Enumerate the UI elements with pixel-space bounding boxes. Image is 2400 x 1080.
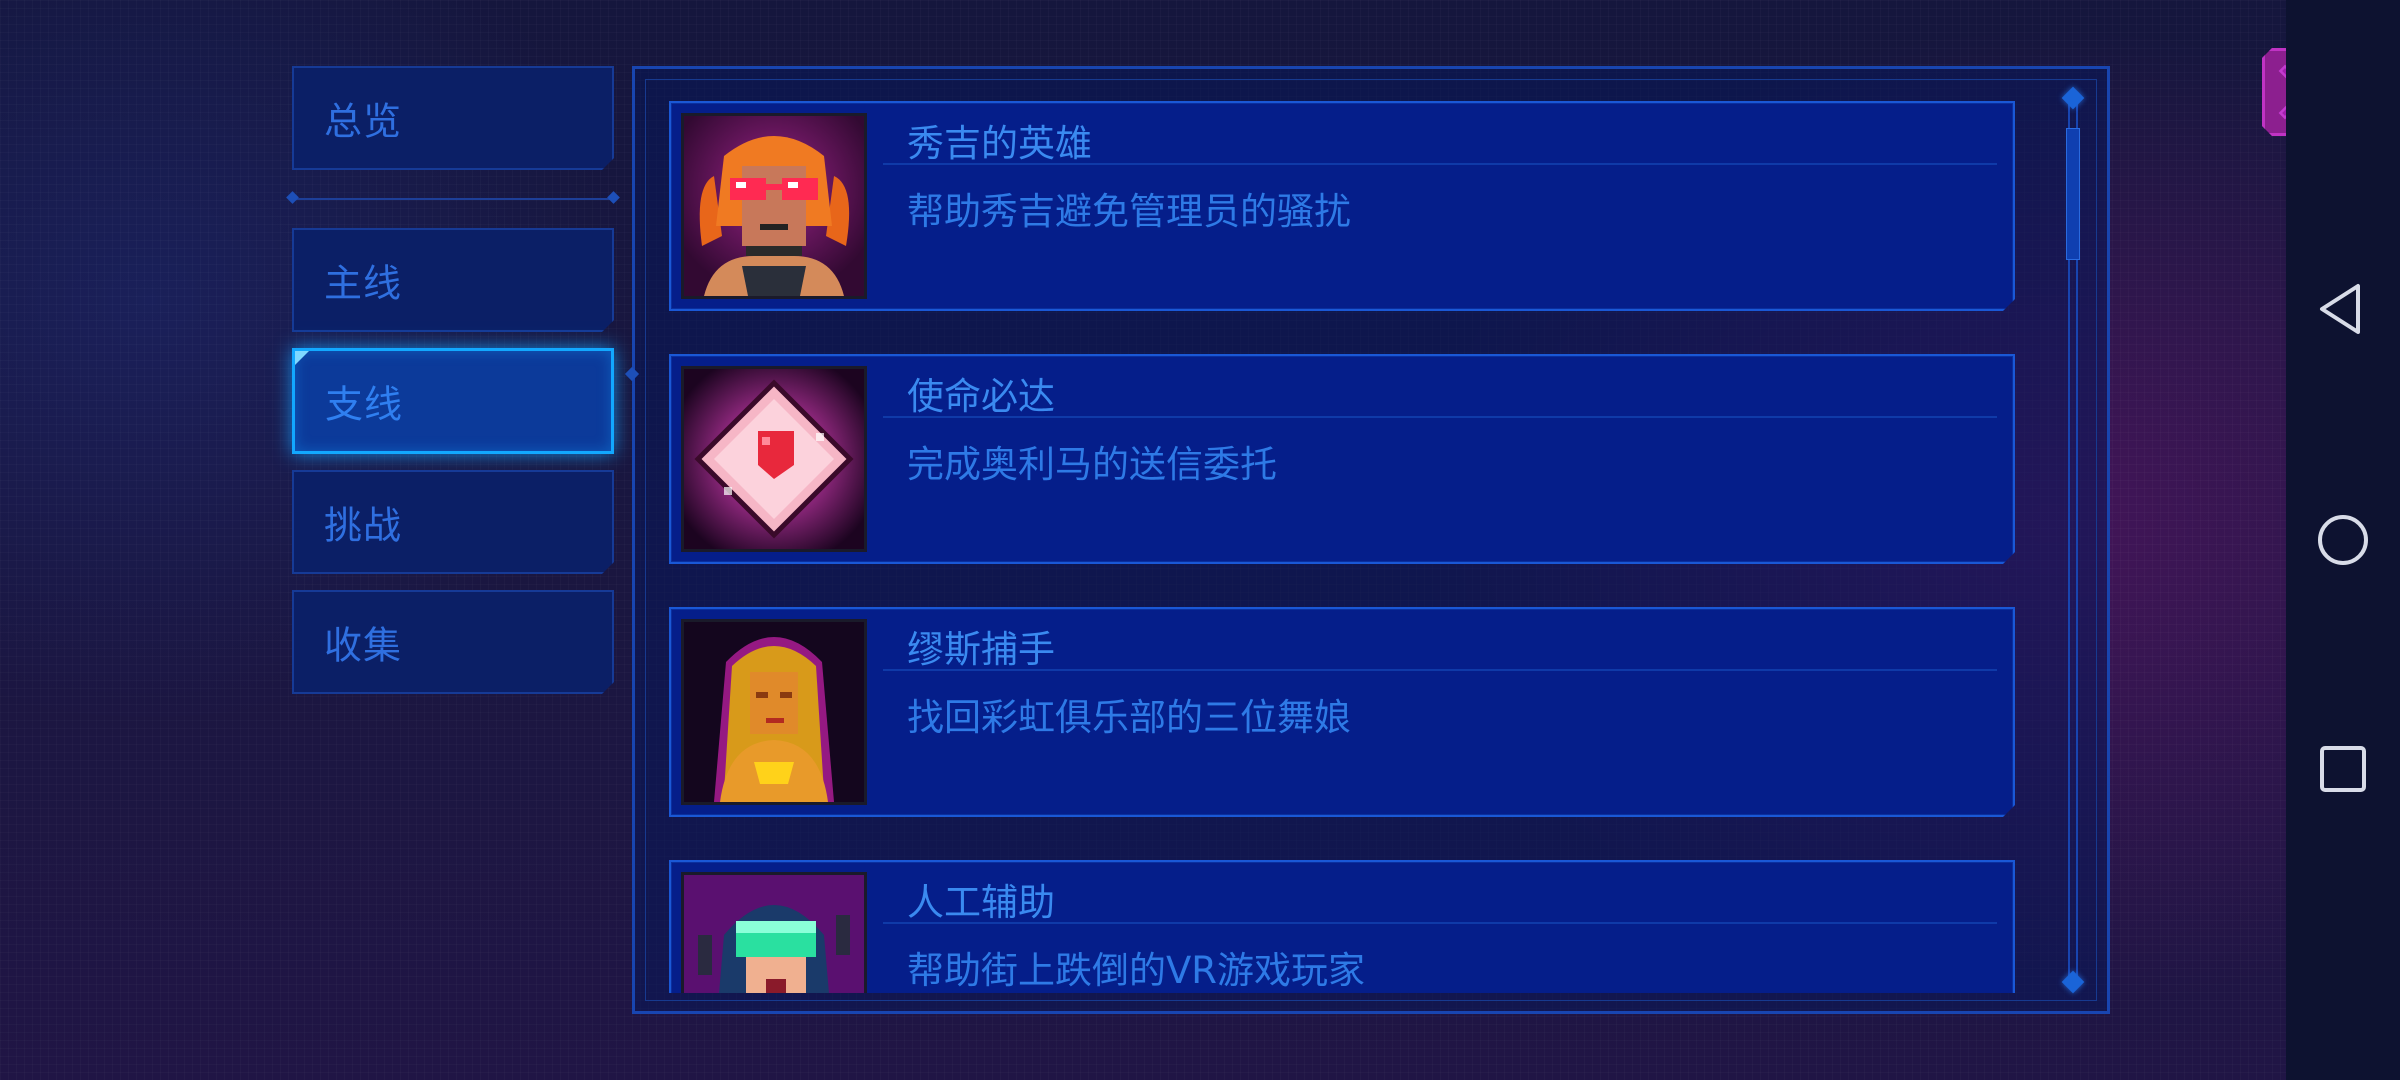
- tab-divider: [292, 198, 614, 200]
- quest-title: 使命必达: [907, 375, 1055, 418]
- pink-love-letter-envelope-icon: [681, 366, 867, 552]
- quest-title: 缪斯捕手: [907, 628, 1055, 671]
- quest-description: 找回彩虹俱乐部的三位舞娘: [907, 696, 1351, 739]
- tab-main-quests-label: 主线: [324, 261, 403, 306]
- quest-title: 人工辅助: [907, 881, 1055, 924]
- tab-side-quests-label: 支线: [325, 382, 404, 427]
- blonde-dancer-portrait-icon: [681, 619, 867, 805]
- quest-description: 帮助街上跌倒的VR游戏玩家: [907, 949, 1366, 992]
- scroll-up-cap-icon: [2059, 84, 2087, 112]
- quest-card-muse-catcher[interactable]: 缪斯捕手 找回彩虹俱乐部的三位舞娘: [669, 607, 2015, 817]
- quest-card-hideyoshi-hero[interactable]: 秀吉的英雄 帮助秀吉避免管理员的骚扰: [669, 101, 2015, 311]
- tab-side-quests[interactable]: 支线: [292, 348, 614, 454]
- girl-with-heart-glasses-portrait-icon: [681, 113, 867, 299]
- quest-title: 秀吉的英雄: [907, 122, 1092, 165]
- quest-divider: [883, 922, 1997, 924]
- quest-divider: [883, 163, 1997, 165]
- tab-challenges[interactable]: 挑战: [292, 470, 614, 574]
- home-button[interactable]: [2308, 505, 2378, 575]
- scroll-down-cap-icon: [2059, 968, 2087, 996]
- quest-card-delivery[interactable]: 使命必达 完成奥利马的送信委托: [669, 354, 2015, 564]
- vr-headset-gamer-portrait-icon: [681, 872, 867, 993]
- back-triangle-icon: [2320, 284, 2360, 334]
- back-button[interactable]: [2308, 274, 2378, 344]
- recents-square-icon: [2320, 746, 2366, 792]
- quest-list-panel: 秀吉的英雄 帮助秀吉避免管理员的骚扰 使命必达 完成奥利马的送信委托 缪斯捕手 …: [624, 66, 2110, 1014]
- quest-card-ai-assist[interactable]: 人工辅助 帮助街上跌倒的VR游戏玩家: [669, 860, 2015, 993]
- quest-divider: [883, 669, 1997, 671]
- system-navigation-bar: [2286, 0, 2400, 1080]
- tab-overview[interactable]: 总览: [292, 66, 614, 170]
- home-circle-icon: [2318, 515, 2368, 565]
- quest-description: 完成奥利马的送信委托: [907, 443, 1277, 486]
- quest-divider: [883, 416, 1997, 418]
- tab-collection[interactable]: 收集: [292, 590, 614, 694]
- tab-overview-label: 总览: [324, 99, 403, 144]
- tab-main-quests[interactable]: 主线: [292, 228, 614, 332]
- quest-description: 帮助秀吉避免管理员的骚扰: [907, 190, 1351, 233]
- recents-button[interactable]: [2308, 734, 2378, 804]
- tab-challenges-label: 挑战: [324, 503, 403, 548]
- scrollbar-thumb[interactable]: [2066, 128, 2080, 260]
- quest-list[interactable]: 秀吉的英雄 帮助秀吉避免管理员的骚扰 使命必达 完成奥利马的送信委托 缪斯捕手 …: [669, 101, 2015, 993]
- tab-collection-label: 收集: [324, 623, 403, 668]
